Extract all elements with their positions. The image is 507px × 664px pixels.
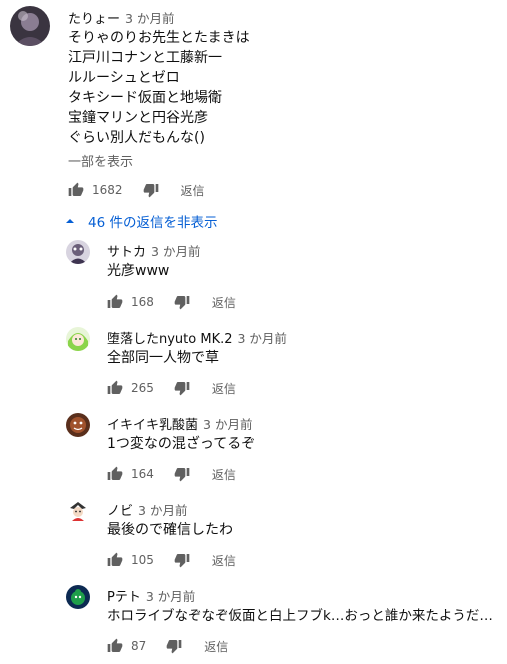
avatar[interactable]	[10, 6, 50, 46]
avatar[interactable]	[66, 240, 90, 264]
reply-button[interactable]: 返信	[212, 552, 236, 569]
thumbs-up-icon[interactable]	[107, 380, 123, 396]
show-less-link[interactable]: 一部を表示	[68, 151, 133, 170]
like-count: 265	[131, 381, 154, 395]
comment-time[interactable]: 3 か月前	[125, 11, 174, 26]
thumbs-up-icon[interactable]	[107, 638, 123, 654]
author-name[interactable]: 堕落したnyuto MK.2	[107, 332, 233, 347]
reply-button[interactable]: 返信	[212, 466, 236, 483]
comment-time[interactable]: 3 か月前	[146, 589, 195, 604]
reply-header: 堕落したnyuto MK.2 3 か月前	[107, 328, 287, 347]
avatar[interactable]	[66, 499, 90, 523]
reply-button[interactable]: 返信	[212, 380, 236, 397]
comment-time[interactable]: 3 か月前	[238, 331, 287, 346]
thumbs-down-icon[interactable]	[174, 552, 190, 568]
comment-line: そりゃのりお先生とたまきは	[68, 30, 250, 46]
reply-actions: 87 返信	[107, 636, 228, 656]
author-name[interactable]: たりょー	[68, 12, 120, 27]
thumbs-up-icon[interactable]	[107, 294, 123, 310]
caret-up-icon	[64, 215, 76, 227]
like-count: 1682	[92, 183, 123, 197]
comment-actions: 1682 返信	[68, 180, 205, 200]
reply-button[interactable]: 返信	[204, 638, 228, 655]
reply-actions: 265 返信	[107, 378, 236, 398]
author-name[interactable]: ノビ	[107, 504, 133, 519]
comment-line: タキシード仮面と地場衛	[68, 90, 222, 106]
thumbs-down-icon[interactable]	[166, 638, 182, 654]
reply-actions: 168 返信	[107, 292, 236, 312]
like-count: 105	[131, 553, 154, 567]
reply-text: 最後ので確信したわ	[107, 522, 233, 538]
hide-replies-button[interactable]: 46 件の返信を非表示	[64, 211, 217, 231]
reply-text: 光彦www	[107, 263, 170, 279]
comment-time[interactable]: 3 か月前	[151, 244, 200, 259]
comment-time[interactable]: 3 か月前	[138, 503, 187, 518]
thumbs-up-icon[interactable]	[68, 182, 84, 198]
reply-button[interactable]: 返信	[181, 182, 205, 199]
reply-header: ノビ 3 か月前	[107, 500, 187, 519]
thumbs-down-icon[interactable]	[174, 380, 190, 396]
comment-line: 宝鐘マリンと円谷光彦	[68, 110, 208, 126]
reply-text: 全部同一人物で草	[107, 350, 219, 366]
avatar[interactable]	[66, 413, 90, 437]
reply-text: ホロライブなぞなぞ仮面と白上フブk…おっと誰か来たようだ…	[107, 608, 493, 624]
comment-time[interactable]: 3 か月前	[203, 417, 252, 432]
reply-button[interactable]: 返信	[212, 294, 236, 311]
comment-line: ルルーシュとゼロ	[68, 70, 180, 86]
thumbs-up-icon[interactable]	[107, 552, 123, 568]
author-name[interactable]: イキイキ乳酸菌	[107, 418, 198, 433]
reply-header: イキイキ乳酸菌 3 か月前	[107, 414, 252, 433]
hide-replies-label: 46 件の返信を非表示	[88, 215, 218, 231]
reply-actions: 105 返信	[107, 550, 236, 570]
comment-line: ぐらい別人だもんな()	[68, 130, 205, 146]
comment-line: 江戸川コナンと工藤新一	[68, 50, 222, 66]
avatar[interactable]	[66, 585, 90, 609]
thumbs-down-icon[interactable]	[174, 294, 190, 310]
thumbs-down-icon[interactable]	[174, 466, 190, 482]
reply-header: サトカ 3 か月前	[107, 241, 200, 260]
author-name[interactable]: サトカ	[107, 245, 146, 260]
avatar[interactable]	[66, 327, 90, 351]
comment-header: たりょー 3 か月前	[68, 8, 174, 27]
like-count: 164	[131, 467, 154, 481]
author-name[interactable]: Pテト	[107, 590, 141, 605]
reply-header: Pテト 3 か月前	[107, 586, 195, 605]
thumbs-down-icon[interactable]	[143, 182, 159, 198]
like-count: 168	[131, 295, 154, 309]
thumbs-up-icon[interactable]	[107, 466, 123, 482]
reply-actions: 164 返信	[107, 464, 236, 484]
reply-text: 1つ変なの混ざってるぞ	[107, 436, 256, 452]
like-count: 87	[131, 639, 147, 653]
